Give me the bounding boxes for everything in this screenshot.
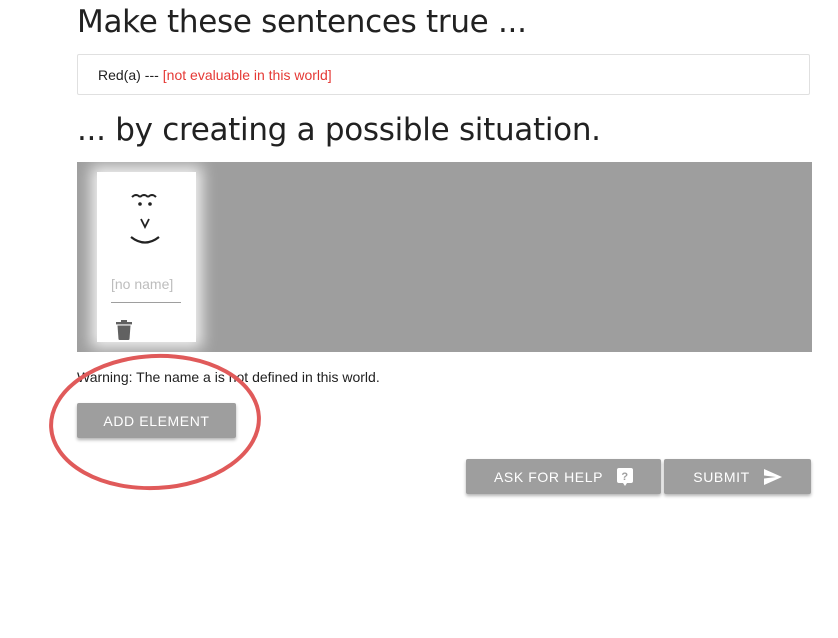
ask-for-help-label: ASK FOR HELP [493, 468, 604, 485]
element-card[interactable] [97, 172, 196, 342]
submit-label: SUBMIT [693, 468, 750, 485]
add-element-button[interactable]: ADD ELEMENT [77, 403, 236, 438]
help-icon: ? [617, 467, 634, 486]
ask-for-help-button[interactable]: ASK FOR HELP ? [466, 459, 661, 494]
submit-button[interactable]: SUBMIT [664, 459, 811, 494]
world-canvas[interactable] [77, 162, 812, 352]
element-name-input[interactable] [111, 274, 181, 303]
warning-message: Warning: The name a is not defined in th… [77, 369, 380, 385]
sentence-separator: --- [144, 66, 159, 83]
add-element-label: ADD ELEMENT [103, 412, 210, 429]
situation-heading: ... by creating a possible situation. [77, 112, 601, 148]
sentence-row: Red(a) --- [not evaluable in this world] [77, 54, 810, 95]
face-icon [130, 194, 160, 244]
sentence-formula: Red(a) [98, 66, 141, 83]
instructions-heading: Make these sentences true ... [77, 4, 527, 40]
svg-text:?: ? [621, 471, 628, 483]
sentence-status: [not evaluable in this world] [162, 66, 332, 83]
send-icon [763, 468, 782, 485]
trash-icon[interactable] [115, 320, 133, 340]
page: Make these sentences true ... Red(a) ---… [0, 0, 838, 638]
